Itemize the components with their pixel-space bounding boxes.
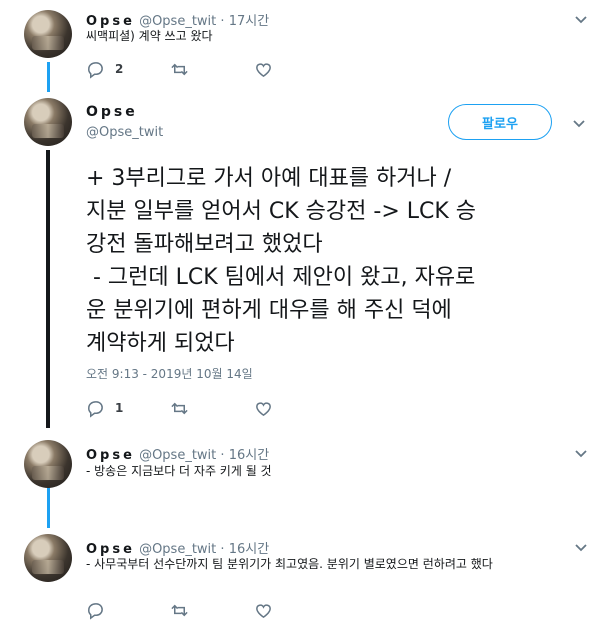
reply-icon: [88, 602, 103, 620]
separator-dot: ·: [220, 448, 225, 463]
retweet-icon: [171, 402, 188, 414]
chevron-down-icon[interactable]: [574, 540, 588, 554]
tweet-actions: [86, 600, 338, 620]
tweet-actions: 1: [86, 398, 338, 418]
retweet-icon: [171, 604, 188, 616]
heart-icon: [256, 401, 271, 416]
chevron-down-icon[interactable]: [572, 116, 586, 130]
author-name[interactable]: Opse: [86, 448, 135, 463]
main-author-name-row: Opse: [86, 104, 138, 120]
like-button[interactable]: [254, 399, 338, 418]
main-tweet-text: + 3부리그로 가서 아예 대표를 하거나 / 지분 일부를 얻어서 CK 승강…: [86, 166, 477, 356]
reply-button[interactable]: 2: [86, 60, 170, 79]
tweet-text: - 사무국부터 선수단까지 팀 분위기가 최고였음. 분위기 별로였으면 런하려…: [86, 557, 493, 571]
author-handle[interactable]: @Opse_twit: [139, 448, 216, 463]
author-handle[interactable]: @Opse_twit: [86, 125, 163, 140]
author-name[interactable]: Opse: [86, 104, 138, 120]
tweet-text: - 방송은 지금보다 더 자주 키게 될 것: [86, 464, 272, 478]
tweet-text: 씨맥피셜) 계약 쓰고 왔다: [86, 29, 213, 43]
avatar[interactable]: [24, 10, 72, 58]
like-button[interactable]: [254, 60, 338, 79]
avatar[interactable]: [24, 534, 72, 582]
reply-icon: [88, 400, 103, 418]
separator-dot: ·: [220, 14, 225, 29]
reply-button[interactable]: [86, 601, 170, 620]
like-button[interactable]: [254, 601, 338, 620]
heart-icon: [256, 62, 271, 77]
tweet-actions: 2: [86, 59, 338, 79]
avatar[interactable]: [24, 98, 72, 146]
thread-line-main: [46, 150, 50, 428]
chevron-down-icon[interactable]: [574, 12, 588, 26]
follow-button[interactable]: 팔로우: [448, 104, 552, 140]
main-author-handle-row: @Opse_twit: [86, 125, 163, 140]
thread-line-top: [47, 62, 50, 92]
chevron-down-icon[interactable]: [574, 446, 588, 460]
retweet-icon: [171, 63, 188, 75]
reply-count: 1: [115, 401, 124, 415]
avatar[interactable]: [24, 440, 72, 488]
heart-icon: [256, 603, 271, 618]
tweet-header: Opse @Opse_twit · 16시간: [86, 444, 269, 463]
tweet-time[interactable]: 16시간: [229, 448, 269, 463]
reply-button[interactable]: 1: [86, 399, 170, 418]
retweet-button[interactable]: [170, 60, 254, 79]
retweet-button[interactable]: [170, 399, 254, 418]
reply-icon: [88, 61, 103, 79]
tweet-time[interactable]: 17시간: [229, 14, 269, 29]
reply-count: 2: [115, 62, 124, 76]
tweet-timestamp[interactable]: 오전 9:13 - 2019년 10월 14일: [86, 365, 253, 382]
retweet-button[interactable]: [170, 601, 254, 620]
